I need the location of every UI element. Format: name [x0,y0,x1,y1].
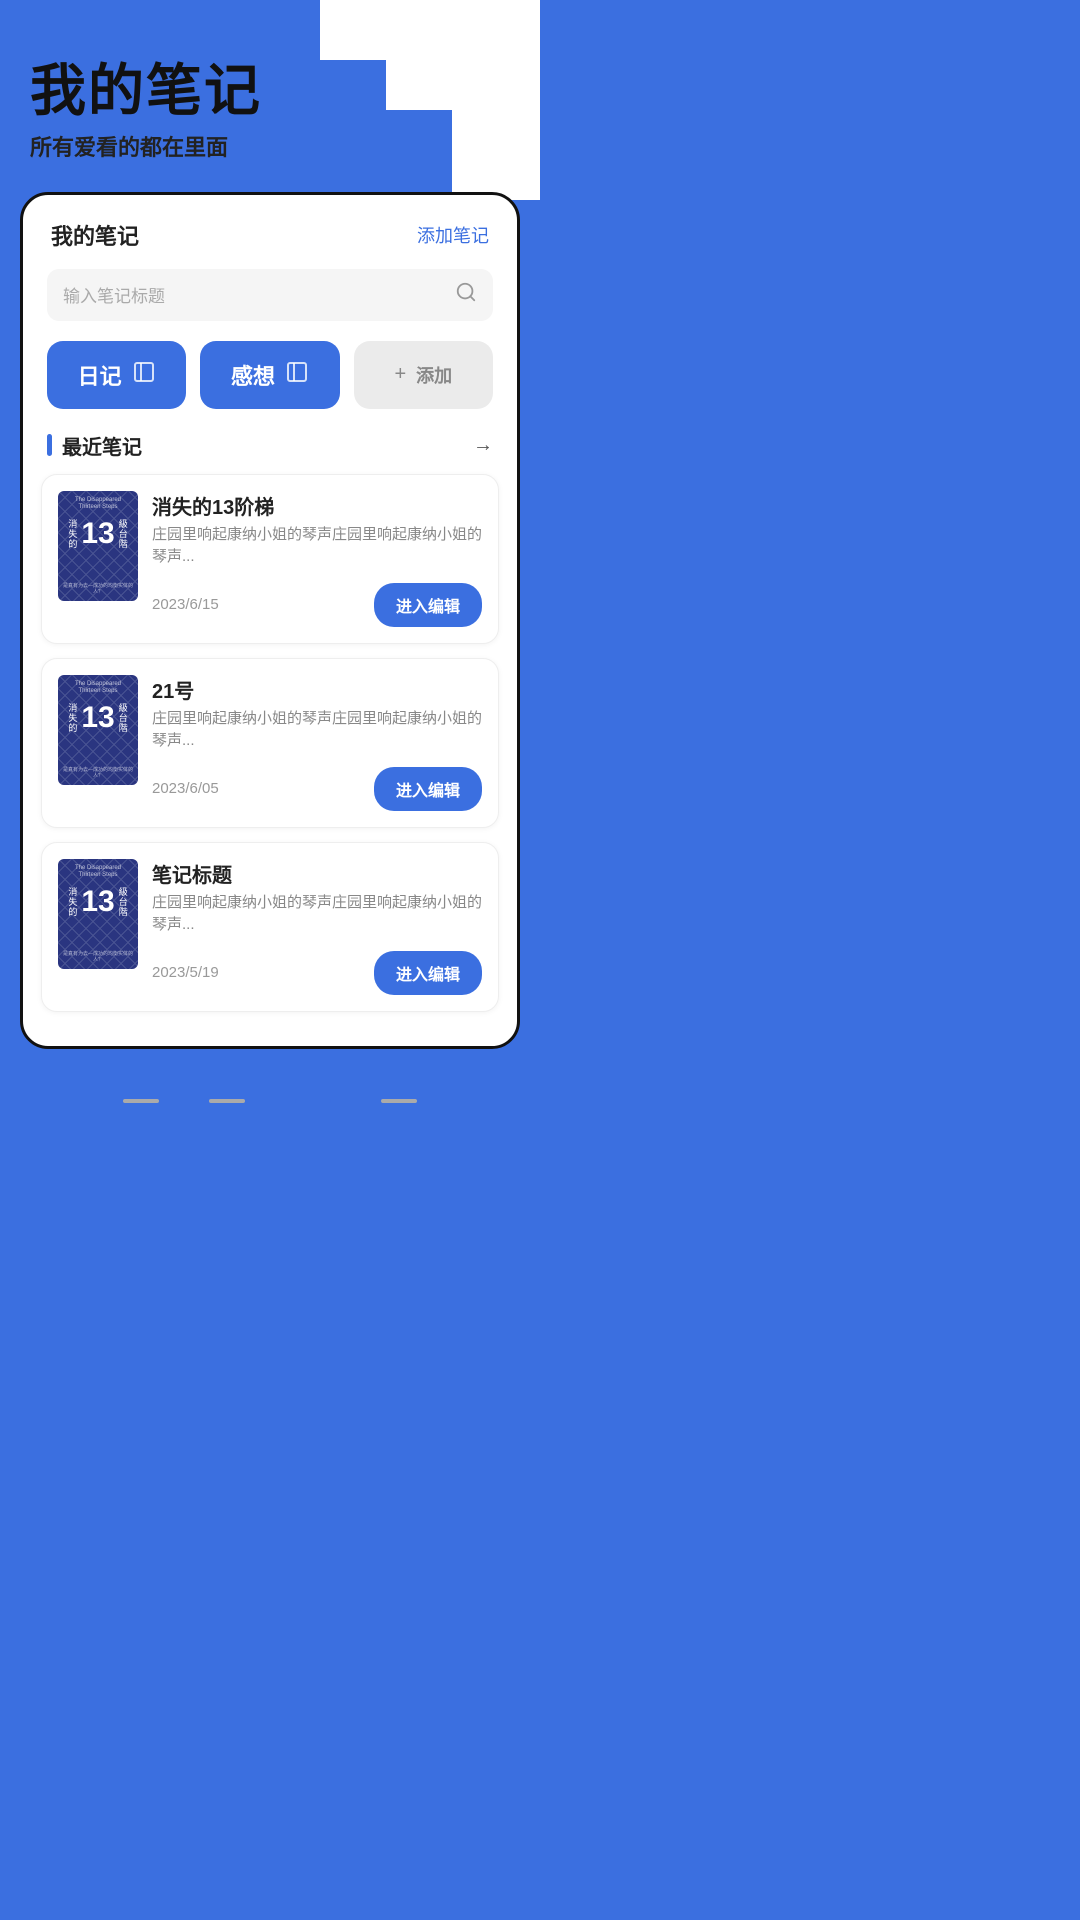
thoughts-icon [285,360,309,390]
section-title-wrap: 最近笔记 [47,431,142,460]
note-item-3: The DisappearedThirteen Steps 消失的 13 級台階… [41,842,499,1012]
page-subtitle: 所有爱看的都在里面 [30,130,520,162]
book-cover-en-2: The DisappearedThirteen Steps [62,681,134,695]
section-arrow-icon[interactable]: → [473,434,493,457]
book-cover-2: The DisappearedThirteen Steps 消失的 13 級台階… [58,675,138,785]
left-bar-2 [0,106,14,146]
left-bar-1 [0,60,14,100]
note-excerpt-3: 庄园里响起康纳小姐的琴声庄园里响起康纳小姐的琴声... [152,892,482,937]
nav-icon-1[interactable] [123,1099,159,1103]
book-cover-en-3: The DisappearedThirteen Steps [62,865,134,879]
note-edit-btn-1[interactable]: 进入编辑 [374,583,482,627]
left-bar-3 [0,152,14,192]
left-accent-bars [0,60,14,192]
book-cover-en-1: The DisappearedThirteen Steps [62,497,134,511]
diary-icon [132,360,156,390]
note-item-2: The DisappearedThirteen Steps 消失的 13 級台階… [41,658,499,828]
note-excerpt-2: 庄园里响起康纳小姐的琴声庄园里响起康纳小姐的琴声... [152,708,482,753]
tab-thoughts-label: 感想 [231,359,275,391]
tab-add[interactable]: + 添加 [354,341,493,409]
book-cover-sub-3: 是真有为去—成功的均衡实体的人？ [62,951,134,963]
note-item-1: The DisappearedThirteen Steps 消失的 13 級台階… [41,474,499,644]
add-note-button[interactable]: 添加笔记 [417,222,489,248]
add-category-icon: + [394,363,406,386]
main-card: 我的笔记 添加笔记 输入笔记标题 日记 感想 [20,192,520,1049]
search-icon[interactable] [455,281,477,309]
bottom-nav [0,1089,540,1123]
note-edit-btn-3[interactable]: 进入编辑 [374,951,482,995]
nav-icon-4[interactable] [381,1099,417,1103]
tab-diary[interactable]: 日记 [47,341,186,409]
section-accent-bar [47,434,52,456]
nav-icon-active[interactable] [295,1099,331,1103]
tab-thoughts[interactable]: 感想 [200,341,339,409]
note-content-2: 21号 庄园里响起康纳小姐的琴声庄园里响起康纳小姐的琴声... 2023/6/0… [152,675,482,811]
page-title: 我的笔记 [30,60,520,122]
note-edit-btn-2[interactable]: 进入编辑 [374,767,482,811]
note-title-1: 消失的13阶梯 [152,491,482,520]
note-footer-1: 2023/6/15 进入编辑 [152,583,482,627]
note-excerpt-1: 庄园里响起康纳小姐的琴声庄园里响起康纳小姐的琴声... [152,524,482,569]
card-title: 我的笔记 [51,219,139,251]
note-title-2: 21号 [152,675,482,704]
note-date-1: 2023/6/15 [152,596,219,613]
book-cover-3: The DisappearedThirteen Steps 消失的 13 級台階… [58,859,138,969]
tab-diary-label: 日记 [78,359,122,391]
note-footer-2: 2023/6/05 进入编辑 [152,767,482,811]
search-input[interactable]: 输入笔记标题 [63,282,445,307]
header-section: 我的笔记 所有爱看的都在里面 [0,0,540,192]
book-cover-sub-2: 是真有为去—成功的均衡实体的人？ [62,767,134,779]
section-title: 最近笔记 [62,431,142,460]
tab-add-label: 添加 [416,362,452,388]
nav-icon-2[interactable] [209,1099,245,1103]
category-tabs: 日记 感想 + 添加 [23,341,517,409]
book-cover-1: The DisappearedThirteen Steps 消失的 13 級台階… [58,491,138,601]
note-content-3: 笔记标题 庄园里响起康纳小姐的琴声庄园里响起康纳小姐的琴声... 2023/5/… [152,859,482,995]
note-date-2: 2023/6/05 [152,780,219,797]
note-title-3: 笔记标题 [152,859,482,888]
search-bar[interactable]: 输入笔记标题 [47,269,493,321]
card-header: 我的笔记 添加笔记 [23,195,517,261]
note-content-1: 消失的13阶梯 庄园里响起康纳小姐的琴声庄园里响起康纳小姐的琴声... 2023… [152,491,482,627]
section-header: 最近笔记 → [23,431,517,460]
note-footer-3: 2023/5/19 进入编辑 [152,951,482,995]
note-date-3: 2023/5/19 [152,964,219,981]
book-cover-sub-1: 是真有为去—成功的均衡实体的人？ [62,583,134,595]
